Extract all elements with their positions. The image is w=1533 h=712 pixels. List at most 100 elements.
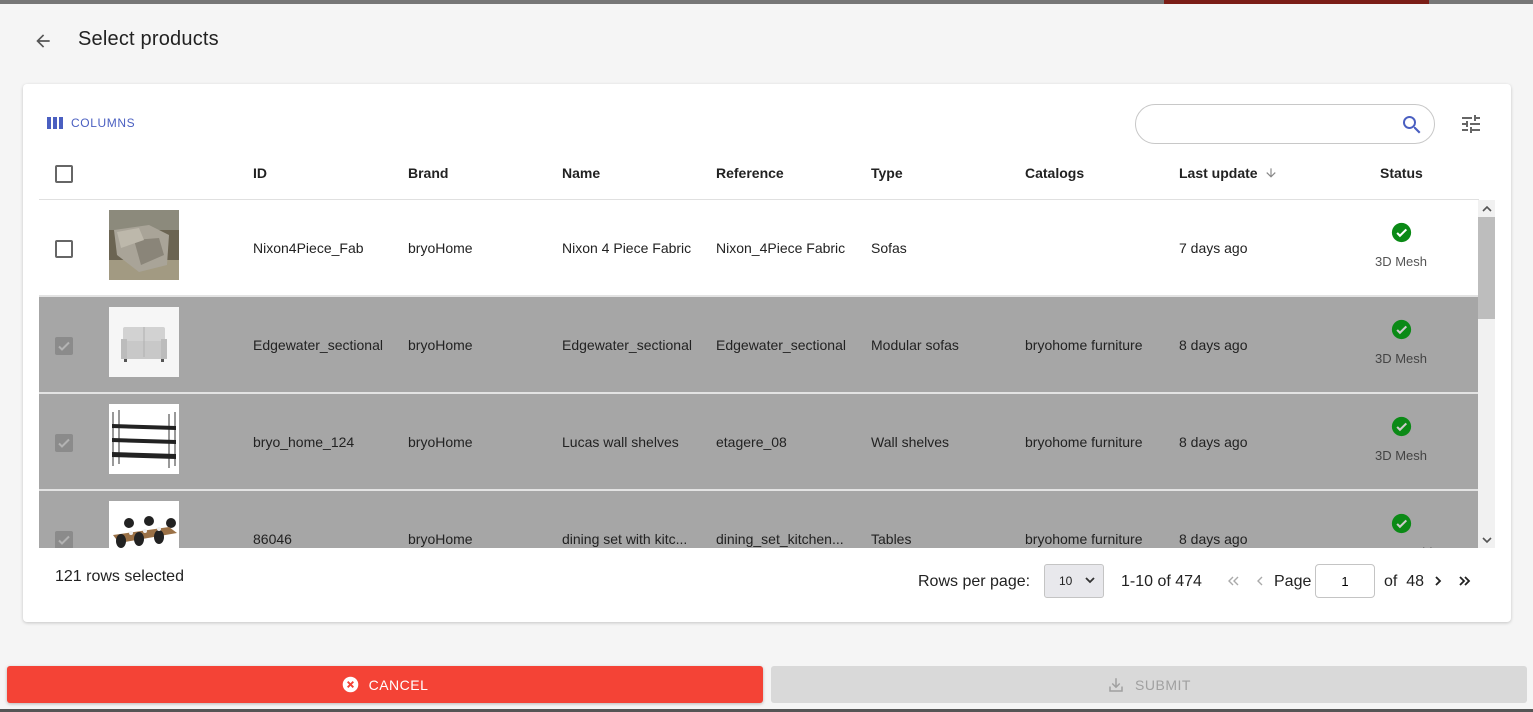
checkmark-icon [58, 438, 70, 448]
page-title: Select products [78, 28, 219, 50]
product-thumbnail [109, 307, 179, 377]
column-header-brand[interactable]: Brand [408, 165, 448, 181]
products-table-card: COLUMNS ID Brand Name Reference Type Cat… [23, 84, 1511, 622]
cancel-circle-icon [342, 676, 358, 693]
product-thumbnail [109, 210, 179, 280]
page-label: Page [1274, 573, 1312, 590]
total-pages-text: of 48 [1384, 573, 1425, 590]
column-header-status[interactable]: Status [1380, 165, 1423, 181]
selected-suffix: rows selected [81, 568, 184, 585]
search-box [1135, 104, 1435, 144]
wall-shelves-render-image [109, 404, 179, 474]
cell-last-update: 8 days ago [1179, 337, 1248, 353]
cell-id: Edgewater_sectional [253, 337, 383, 353]
column-header-last-update[interactable]: Last update [1179, 165, 1278, 181]
table-scrollbar[interactable] [1478, 200, 1495, 548]
selected-count: 121 [55, 568, 82, 585]
arrow-down-sort-icon [1265, 168, 1276, 178]
download-icon [1109, 677, 1123, 692]
cell-reference: Edgewater_sectional [716, 337, 846, 353]
rows-per-page-label: Rows per page: [918, 573, 1031, 590]
check-circle-icon [1391, 222, 1411, 243]
cell-id: Nixon4Piece_Fab [253, 240, 364, 256]
arrow-left-icon [36, 34, 50, 48]
cell-catalogs: bryohome furniture [1025, 434, 1143, 450]
table-row[interactable]: bryo_home_124 bryoHome Lucas wall shelve… [39, 394, 1478, 491]
cell-id: bryo_home_124 [253, 434, 355, 450]
status-cell: 3D Mesh [1361, 222, 1441, 269]
row-checkbox[interactable] [55, 337, 73, 355]
search-input[interactable] [1150, 113, 1390, 135]
table-header: ID Brand Name Reference Type Catalogs La… [39, 150, 1479, 200]
table-row[interactable]: Edgewater_sectional bryoHome Edgewater_s… [39, 297, 1478, 394]
cell-name: dining set with kitc... [562, 531, 688, 547]
filter-settings-icon[interactable] [1459, 112, 1483, 136]
cell-name: Nixon 4 Piece Fabric [562, 240, 692, 256]
row-checkbox[interactable] [55, 531, 73, 548]
cell-catalogs: bryohome furniture [1025, 531, 1143, 547]
cell-name: Edgewater_sectional [562, 337, 692, 353]
back-button[interactable] [28, 26, 58, 56]
check-circle-icon [1391, 416, 1411, 437]
cell-last-update: 8 days ago [1179, 434, 1248, 450]
scroll-down-button[interactable] [1478, 531, 1495, 548]
row-checkbox[interactable] [55, 240, 73, 258]
column-header-catalogs[interactable]: Catalogs [1025, 165, 1084, 181]
chevron-down-icon [1481, 536, 1492, 543]
rows-selected-text: 121 rows selected [55, 568, 184, 586]
columns-label: COLUMNS [71, 116, 136, 130]
first-page-button[interactable] [1225, 572, 1241, 590]
cancel-button[interactable]: CANCEL [7, 666, 763, 703]
checkmark-icon [58, 535, 70, 545]
double-chevron-left-icon [1228, 576, 1239, 586]
cell-id: 86046 [253, 531, 292, 547]
column-header-type[interactable]: Type [871, 165, 903, 181]
last-page-button[interactable] [1457, 572, 1473, 590]
previous-page-button[interactable] [1252, 572, 1268, 590]
table-row[interactable]: Nixon4Piece_Fab bryoHome Nixon 4 Piece F… [39, 200, 1478, 297]
chevron-up-icon [1481, 205, 1492, 212]
dining-set-render-image [109, 501, 179, 548]
column-header-name[interactable]: Name [562, 165, 600, 181]
chevron-down-icon [1085, 577, 1095, 584]
scroll-thumb[interactable] [1478, 217, 1495, 319]
cell-reference: Nixon_4Piece Fabric [716, 240, 846, 256]
status-label: 3D Mesh [1374, 254, 1428, 269]
cell-reference: dining_set_kitchen... [716, 531, 844, 547]
status-label: 3D Assembly [1361, 545, 1441, 548]
columns-button[interactable]: COLUMNS [47, 116, 135, 130]
cell-brand: bryoHome [408, 434, 473, 450]
chevron-right-icon [1435, 576, 1442, 586]
search-icon[interactable] [1400, 113, 1424, 137]
cell-reference: etagere_08 [716, 434, 787, 450]
product-thumbnail [109, 404, 179, 474]
cell-brand: bryoHome [408, 337, 473, 353]
rows-per-page-select[interactable]: 10 [1044, 564, 1104, 598]
column-header-id[interactable]: ID [253, 165, 267, 181]
column-header-reference[interactable]: Reference [716, 165, 784, 181]
page-number-input[interactable] [1315, 564, 1375, 598]
submit-label: SUBMIT [1135, 676, 1191, 693]
cell-last-update: 8 days ago [1179, 531, 1248, 547]
cell-name: Lucas wall shelves [562, 434, 679, 450]
next-page-button[interactable] [1430, 572, 1446, 590]
row-checkbox[interactable] [55, 434, 73, 452]
loveseat-render-image [109, 307, 179, 377]
cell-type: Tables [871, 531, 912, 547]
cell-brand: bryoHome [408, 531, 473, 547]
cell-catalogs: bryohome furniture [1025, 337, 1143, 353]
sofa-photo-image [109, 210, 179, 280]
status-cell: 3D Mesh [1361, 416, 1441, 463]
check-circle-icon [1391, 319, 1411, 340]
checkmark-icon [58, 341, 70, 351]
cell-brand: bryoHome [408, 240, 473, 256]
status-label: 3D Mesh [1374, 448, 1428, 463]
submit-button[interactable]: SUBMIT [771, 666, 1527, 703]
scroll-up-button[interactable] [1478, 200, 1495, 217]
table-body: Nixon4Piece_Fab bryoHome Nixon 4 Piece F… [39, 200, 1495, 548]
select-all-checkbox[interactable] [55, 165, 73, 183]
column-header-last-update-label: Last update [1179, 165, 1258, 181]
view-column-icon [47, 117, 63, 129]
table-row[interactable]: 86046 bryoHome dining set with kitc... d… [39, 491, 1478, 548]
rows-per-page-value: 10 [1059, 574, 1073, 588]
